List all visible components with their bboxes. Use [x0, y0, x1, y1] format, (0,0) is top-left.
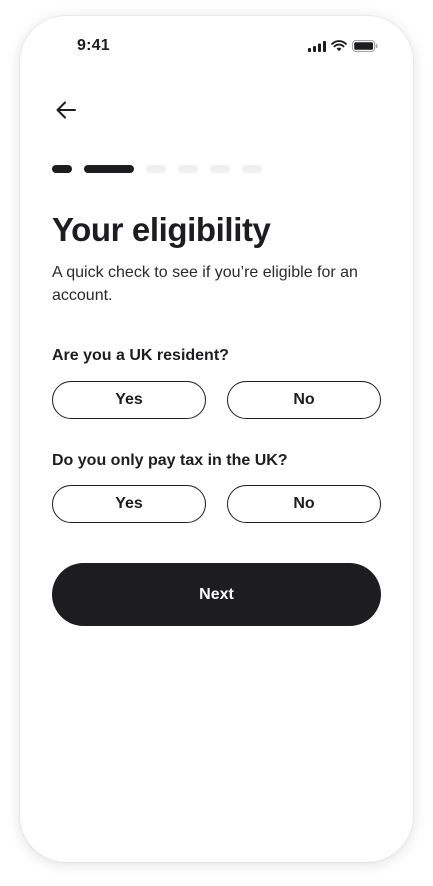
progress-step: [84, 165, 134, 173]
uk-resident-yes-button[interactable]: Yes: [52, 381, 206, 419]
back-button[interactable]: [52, 96, 80, 124]
battery-icon: [352, 40, 378, 52]
status-time: 9:41: [77, 37, 110, 54]
arrow-left-icon: [55, 101, 77, 119]
uk-tax-no-button[interactable]: No: [227, 485, 381, 523]
cellular-signal-icon: [308, 40, 326, 52]
phone-screen: 9:41 Your eligibility A quick check to s…: [20, 16, 413, 862]
progress-step: [52, 165, 72, 173]
uk-resident-no-button[interactable]: No: [227, 381, 381, 419]
question-uk-resident-label: Are you a UK resident?: [52, 347, 229, 364]
wifi-icon: [331, 40, 347, 52]
status-bar: 9:41: [20, 16, 413, 72]
next-button[interactable]: Next: [52, 563, 381, 626]
progress-step: [178, 165, 198, 173]
page-title: Your eligibility: [52, 211, 271, 248]
progress-step: [146, 165, 166, 173]
page-subtitle: A quick check to see if you’re eligible …: [52, 264, 358, 304]
progress-step: [210, 165, 230, 173]
uk-tax-yes-button[interactable]: Yes: [52, 485, 206, 523]
question-uk-tax-label: Do you only pay tax in the UK?: [52, 452, 288, 469]
status-icons: [308, 40, 378, 52]
progress-step: [242, 165, 262, 173]
